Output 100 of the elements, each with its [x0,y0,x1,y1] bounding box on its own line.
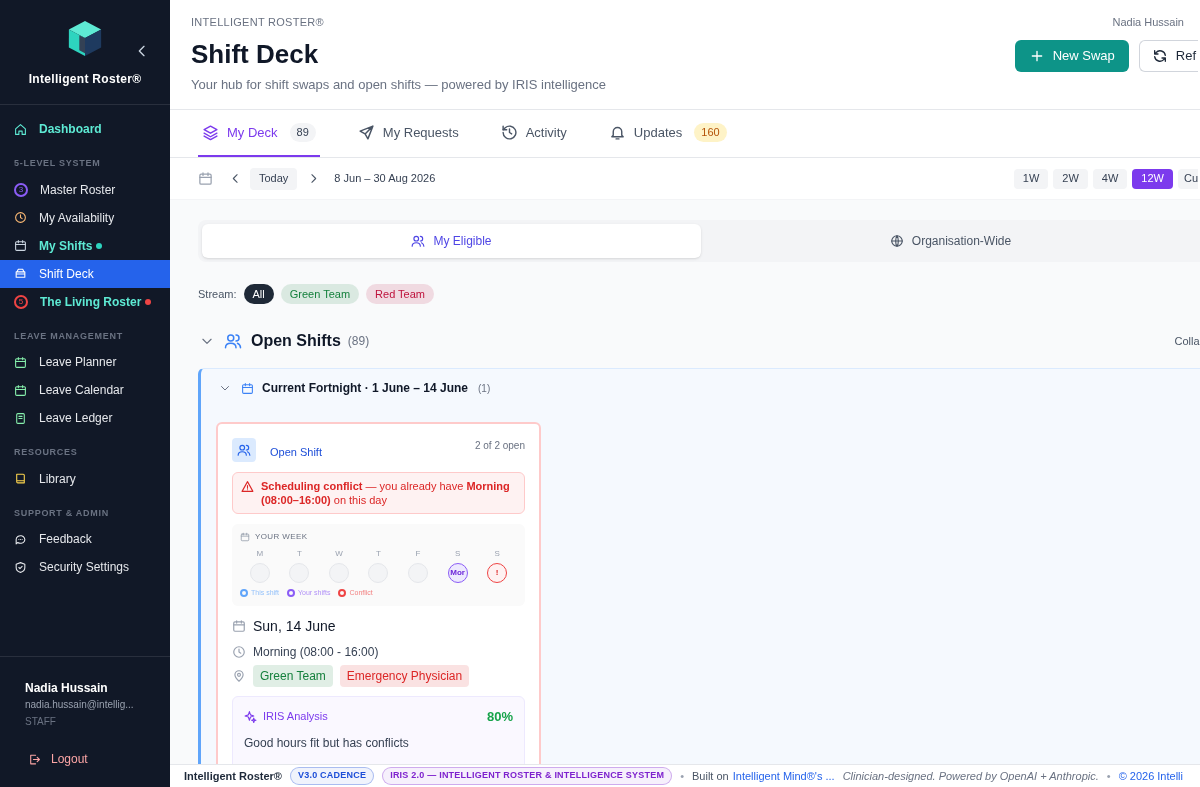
section-heading: SUPPORT & ADMIN [13,506,110,520]
users-icon [237,443,251,457]
availability-text: 2 of 2 open [474,439,525,453]
nav-item[interactable]: Leave Planner [0,348,170,376]
level-badge: 3 [14,182,28,197]
scope-tab[interactable]: Organisation-Wide [701,224,1200,258]
day-letter: M [256,548,264,560]
bell-icon [608,124,626,141]
count-badge: 89 [289,123,316,142]
book-icon [14,472,27,485]
cube-logo [66,18,104,58]
section-heading: LEAVE MANAGEMENT [13,329,124,343]
clock-icon [14,211,27,224]
day-letter: S [494,548,500,560]
brand-name: Intelligent Roster® [28,71,142,88]
calendar-icon [14,239,27,252]
footer-brand: Intelligent Roster® [184,768,282,784]
calendar-icon [232,619,246,633]
refresh-icon [1151,47,1168,64]
nav-item[interactable]: Feedback [0,525,170,553]
calendar-icon[interactable] [198,171,213,186]
nav-item[interactable]: Leave Ledger [0,404,170,432]
conflict-message: Scheduling conflict — you already have Morning (08:00–16:00) on this day [261,479,511,507]
tab[interactable]: Activity [496,110,571,157]
built-on-link[interactable]: Intelligent Mind®'s ... [732,767,835,785]
copyright-link[interactable]: © 2026 Intelli [1118,767,1183,785]
level-badge: 5 [14,294,28,309]
nav-item[interactable]: Leave Calendar [0,376,170,404]
group-count: (1) [478,381,491,396]
day-letter: W [335,548,343,560]
range-button[interactable]: 12W [1132,168,1173,189]
nav-item[interactable]: Dashboard [0,115,170,143]
page-title: Shift Deck [191,38,320,69]
layers-icon [202,124,219,141]
day-letter: T [296,548,302,560]
built-on-text: Built on [692,768,729,784]
stream-chip[interactable]: All [243,284,274,304]
range-button[interactable]: 4W [1092,168,1128,189]
version-badge: V3.0 CADENCE [289,767,375,785]
match-score: 80% [486,707,513,726]
section-heading: RESOURCES [13,446,79,459]
history-icon [500,124,518,141]
shield-check-icon [14,560,27,574]
nav-item[interactable]: 3 Master Roster [0,175,170,204]
tagline: Clinician-designed. Powered by OpenAI + Anthropic. [842,768,1099,784]
version-badge: IRIS 2.0 — INTELLIGENT ROSTER & INTELLIGENCE SYSTEM [382,767,673,785]
nav-item[interactable]: Security Settings [0,553,170,581]
app-name: INTELLIGENT ROSTER® [191,15,325,30]
section-title: Open Shifts [251,331,341,351]
shift-time: Morning (08:00 - 16:00) [253,643,379,661]
calendar-icon [14,355,27,369]
nav-item[interactable]: Shift Deck [0,259,170,288]
globe-icon [889,234,904,248]
tab[interactable]: My Deck 89 [198,110,320,157]
nav-item[interactable]: 5 The Living Roster [0,287,170,316]
day-letter: F [415,548,421,560]
shift-date: Sun, 14 June [253,616,336,636]
users-icon [411,234,426,248]
day-letter: T [376,548,381,560]
stream-chip[interactable]: Green Team [280,284,360,304]
home-icon [14,122,27,136]
analysis-summary: Good hours fit but has conflicts [244,735,410,752]
clock-icon [232,644,246,659]
nav-item[interactable]: My Availability [0,203,170,232]
separator-dot: • [1106,768,1111,784]
calendar-icon [241,381,254,395]
separator-dot: • [680,768,685,784]
week-title: YOUR WEEK [255,531,308,543]
range-button[interactable]: 1W [1013,168,1049,189]
user-name: Nadia Hussain [25,680,109,697]
chat-bubble-icon [14,532,27,546]
refresh-button[interactable]: Ref [1138,39,1198,72]
stream-label: Stream: [198,286,237,302]
nav-item[interactable]: Library [0,464,170,493]
range-button[interactable]: Cu [1177,168,1198,189]
section-heading: 5-LEVEL SYSTEM [13,157,102,170]
analysis-title: IRIS Analysis [263,709,328,724]
collapse-link[interactable]: Colla [1174,332,1200,350]
document-icon [14,411,27,425]
location-pin-icon [232,668,246,683]
page-subtitle: Your hub for shift swaps and open shifts — powered by IRIS intelligence [191,75,607,94]
tray-icon [14,267,27,280]
user-name: Nadia Hussain [1112,15,1185,30]
logout-icon [28,752,41,766]
new-swap-button[interactable]: New Swap [1014,39,1129,72]
sparkle-icon [244,709,257,723]
range-button[interactable]: 2W [1053,168,1088,189]
tab[interactable]: Updates 160 [604,110,731,157]
shift-type: Open Shift [270,445,322,460]
user-email: nadia.hussain@intellig... [25,698,135,712]
paper-plane-icon [357,124,375,141]
stream-chip[interactable]: Red Team [366,284,434,304]
warning-icon [241,480,254,493]
nav-item[interactable]: My Shifts [0,231,170,260]
today-button[interactable]: Today [250,167,298,190]
calendar-icon [14,383,27,397]
tab[interactable]: My Requests [353,110,463,157]
users-icon [224,332,242,350]
logout-button[interactable]: Logout [0,737,170,781]
scope-tab[interactable]: My Eligible [202,224,701,258]
